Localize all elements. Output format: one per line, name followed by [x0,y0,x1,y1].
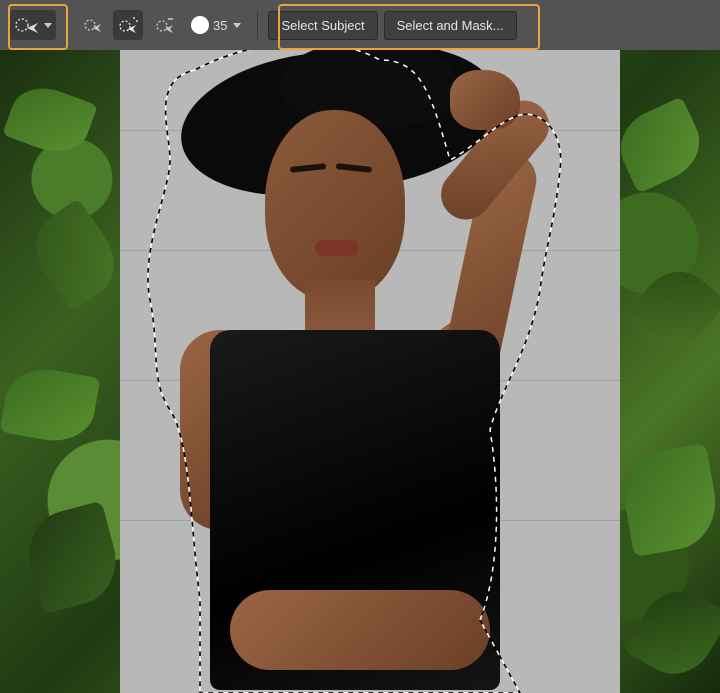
subtract-from-selection-mode[interactable] [149,10,179,40]
photo-subject [120,50,620,693]
brush-preview-icon [191,16,209,34]
subtract-from-selection-icon [154,15,174,35]
select-subject-button[interactable]: Select Subject [268,11,377,40]
options-bar: 35 Select Subject Select and Mask... [0,0,720,50]
quick-selection-tool[interactable] [10,10,56,40]
quick-selection-tool-icon [14,14,40,36]
chevron-down-icon [233,23,241,28]
subject-face [265,110,405,300]
tool-flyout-chevron-icon [44,23,52,28]
brush-size-value: 35 [213,18,227,33]
add-to-selection-icon [117,15,139,35]
document-canvas[interactable] [0,50,720,693]
select-and-mask-button[interactable]: Select and Mask... [384,11,517,40]
new-selection-mode[interactable] [77,10,107,40]
brush-size-picker[interactable]: 35 [191,16,241,34]
toolbar-separator [257,11,258,39]
toolbar-separator [66,11,67,39]
add-to-selection-mode[interactable] [113,10,143,40]
new-selection-icon [82,15,102,35]
